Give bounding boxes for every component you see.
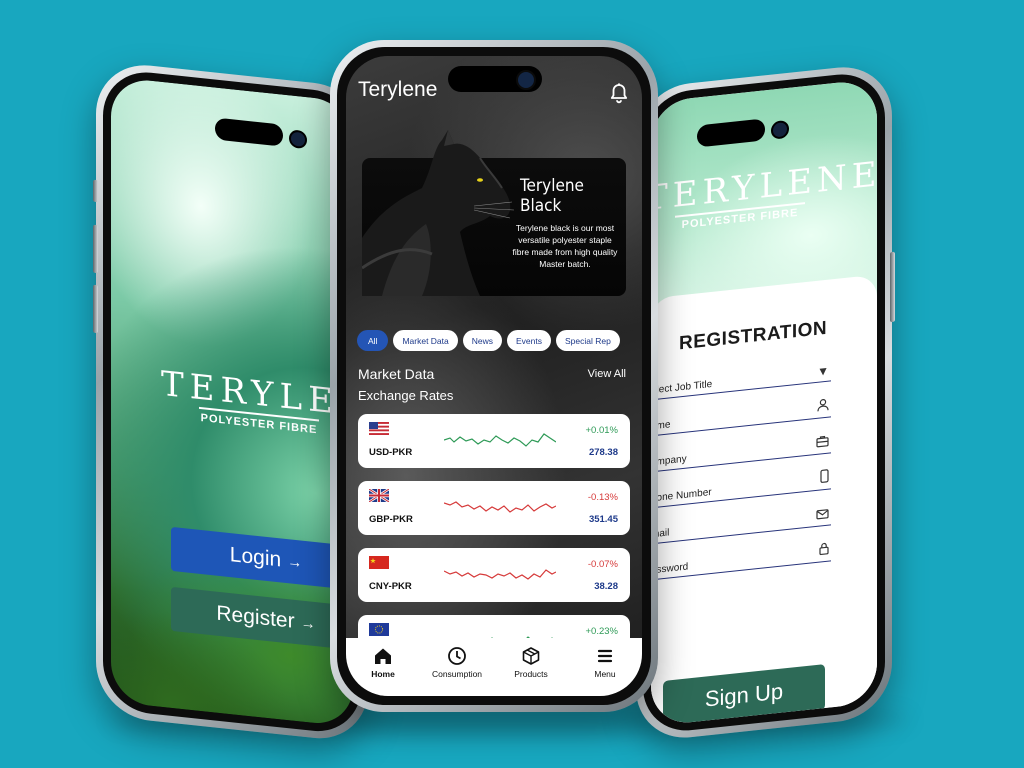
- rate-value: 278.38: [588, 447, 618, 458]
- sparkline-chart: [444, 569, 556, 580]
- form-title: REGISTRATION: [679, 317, 828, 355]
- featured-title: Terylene Black: [520, 176, 584, 216]
- nav-label: Products: [514, 669, 548, 679]
- chip-news[interactable]: News: [462, 330, 503, 351]
- rate-value: 38.28: [594, 581, 618, 592]
- rate-change: -0.07%: [587, 559, 618, 570]
- currency-pair: USD-PKR: [369, 447, 413, 458]
- clock-icon: [448, 647, 466, 665]
- home-screen: Terylene Terylene Black Terylene black i…: [346, 56, 642, 696]
- camera-icon: [516, 70, 536, 90]
- app-title: Terylene: [358, 78, 438, 101]
- nav-consumption[interactable]: Consumption: [422, 646, 492, 679]
- chevron-down-icon: ▼: [817, 363, 829, 379]
- mail-icon: [816, 508, 829, 523]
- featured-description: Terylene black is our most versatile pol…: [512, 223, 618, 269]
- menu-icon: [597, 649, 613, 663]
- currency-pair: GBP-PKR: [369, 514, 413, 525]
- view-all-link[interactable]: View All: [588, 368, 626, 380]
- sparkline-chart: [444, 501, 556, 513]
- arrow-right-icon: →: [300, 614, 316, 633]
- phone-right: TERYLENE POLYESTER FIBRE REGISTRATION el…: [636, 62, 895, 743]
- sparkline-chart: [444, 433, 556, 447]
- welcome-screen: TERYLENE POLYESTER FIBRE Login → Registe…: [111, 76, 353, 728]
- camera-icon: [289, 129, 307, 150]
- uk-flag-icon: [369, 489, 389, 502]
- lock-icon: [819, 542, 829, 559]
- register-label: Register: [216, 601, 295, 633]
- password-field[interactable]: assword: [651, 535, 831, 581]
- bottom-navigation: Home Consumption Products Menu: [346, 638, 642, 696]
- nav-home[interactable]: Home: [348, 646, 418, 679]
- dynamic-island: [215, 117, 283, 147]
- phone-left: TERYLENE POLYESTER FIBRE Login → Registe…: [93, 60, 368, 744]
- rate-card-gbp-pkr[interactable]: GBP-PKR -0.13% 351.45: [358, 481, 630, 535]
- box-icon: [522, 647, 540, 665]
- section-title: Market Data: [358, 366, 435, 382]
- rate-card-cny-pkr[interactable]: CNY-PKR -0.07% 38.28: [358, 548, 630, 602]
- rate-card-usd-pkr[interactable]: USD-PKR +0.01% 278.38: [358, 414, 630, 468]
- filter-chips: All Market Data News Events Special Rep: [357, 330, 620, 351]
- rate-value: 351.45: [588, 514, 618, 525]
- rate-change: +0.23%: [585, 626, 619, 637]
- panther-image: [362, 130, 515, 296]
- cn-flag-icon: [369, 556, 389, 569]
- eu-flag-icon: [369, 623, 389, 636]
- phone-icon: [820, 469, 829, 487]
- us-flag-icon: [369, 422, 389, 435]
- registration-form: REGISTRATION elect Job Title ▼ ame ompan…: [651, 274, 877, 727]
- user-icon: [817, 398, 829, 415]
- section-subtitle: Exchange Rates: [358, 388, 454, 403]
- chip-all[interactable]: All: [357, 330, 389, 351]
- login-label: Login: [229, 543, 282, 572]
- register-button[interactable]: Register →: [171, 586, 353, 651]
- login-button[interactable]: Login →: [171, 526, 353, 591]
- nav-menu[interactable]: Menu: [570, 646, 640, 679]
- rate-change: +0.01%: [585, 425, 619, 436]
- home-icon: [375, 648, 391, 664]
- registration-screen: TERYLENE POLYESTER FIBRE REGISTRATION el…: [651, 78, 877, 727]
- nav-label: Home: [371, 669, 395, 679]
- arrow-right-icon: →: [287, 552, 303, 572]
- bell-icon[interactable]: [608, 82, 630, 104]
- field-label: hone Number: [651, 486, 712, 505]
- field-label: elect Job Title: [651, 378, 713, 397]
- currency-pair: CNY-PKR: [369, 581, 412, 592]
- rate-change: -0.13%: [587, 492, 618, 503]
- nav-products[interactable]: Products: [496, 646, 566, 679]
- phone-center: Terylene Terylene Black Terylene black i…: [330, 40, 658, 712]
- nav-label: Consumption: [431, 669, 483, 679]
- chip-market-data[interactable]: Market Data: [393, 330, 458, 351]
- brand-logo: TERYLENE POLYESTER FIBRE: [161, 364, 353, 443]
- nav-label: Menu: [594, 669, 616, 679]
- chip-special-rep[interactable]: Special Rep: [556, 330, 620, 351]
- chip-events[interactable]: Events: [507, 330, 552, 351]
- featured-product-card[interactable]: Terylene Black Terylene black is our mos…: [362, 130, 626, 296]
- briefcase-icon: [816, 435, 829, 451]
